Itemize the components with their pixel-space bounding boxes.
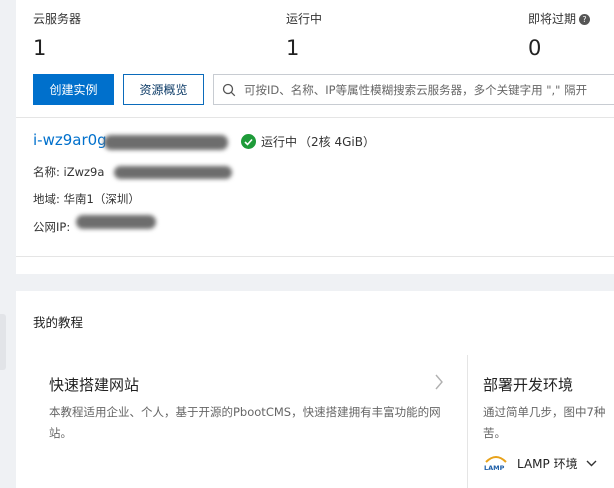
tutorial-desc-devenv: 通过简单几步，图中7种	[483, 405, 606, 419]
lamp-logo-icon: LAMP	[483, 454, 509, 472]
region-value: 华南1（深圳）	[63, 192, 140, 206]
redacted-public-ip	[76, 215, 156, 229]
environment-label: LAMP 环境	[517, 456, 578, 471]
instance-ip-row: 公网IP:	[33, 219, 70, 235]
create-instance-button[interactable]: 创建实例	[33, 74, 114, 105]
tutorial-title-devenv[interactable]: 部署开发环境	[483, 374, 573, 395]
instance-name-row: 名称: iZwz9a	[33, 164, 104, 180]
svg-text:LAMP: LAMP	[484, 464, 505, 472]
name-value: iZwz9a	[63, 165, 105, 179]
divider	[467, 355, 468, 488]
stat-label-servers: 云服务器	[33, 12, 82, 26]
chevron-down-icon[interactable]	[586, 460, 597, 467]
instance-status: 运行中 （2核 4GiB）	[241, 133, 375, 150]
stat-value-expiring[interactable]: 0	[528, 36, 541, 60]
name-label: 名称:	[33, 165, 60, 179]
stat-value-running[interactable]: 1	[286, 36, 299, 60]
help-icon[interactable]: ?	[579, 14, 591, 25]
environment-select[interactable]: LAMP LAMP 环境	[483, 454, 597, 472]
instance-region-row: 地域: 华南1（深圳）	[33, 191, 140, 207]
redacted-instance-name	[114, 166, 232, 179]
tutorials-section-title: 我的教程	[33, 315, 84, 330]
search-icon[interactable]	[214, 75, 244, 104]
tutorial-desc-website: 本教程适用企业、个人，基于开源的PbootCMS，快速搭建拥有丰富功能的网站。	[49, 405, 441, 440]
instance-spec: （2核 4GiB）	[299, 135, 375, 149]
tutorial-desc-devenv-cont: 苦。	[483, 426, 506, 440]
region-label: 地域:	[33, 192, 60, 206]
divider	[16, 256, 614, 257]
stat-label-expiring: 即将过期?	[528, 10, 591, 27]
stat-label-expiring-text: 即将过期	[528, 12, 577, 26]
search-box[interactable]	[213, 74, 614, 105]
divider	[16, 117, 614, 118]
instance-summary-card: 云服务器 1 运行中 1 即将过期? 0 创建实例 资源概览 i-wz9ar0g…	[16, 0, 614, 274]
search-input[interactable]	[244, 82, 614, 97]
status-text: 运行中	[261, 135, 298, 149]
side-collapse-handle[interactable]	[0, 314, 6, 370]
redacted-instance-id	[104, 135, 228, 150]
stat-label-running: 运行中	[286, 12, 323, 26]
tutorial-title-website[interactable]: 快速搭建网站	[49, 374, 139, 395]
stat-value-servers[interactable]: 1	[33, 36, 46, 60]
instance-id-text: i-wz9ar0g	[33, 131, 107, 149]
resource-overview-button[interactable]: 资源概览	[123, 74, 204, 105]
chevron-right-icon[interactable]	[434, 373, 444, 395]
ip-label: 公网IP:	[33, 220, 71, 234]
instance-id-link[interactable]: i-wz9ar0g	[33, 131, 107, 149]
tutorials-card: 我的教程 快速搭建网站 本教程适用企业、个人，基于开源的PbootCMS，快速搭…	[16, 291, 614, 488]
check-circle-icon	[241, 134, 256, 149]
